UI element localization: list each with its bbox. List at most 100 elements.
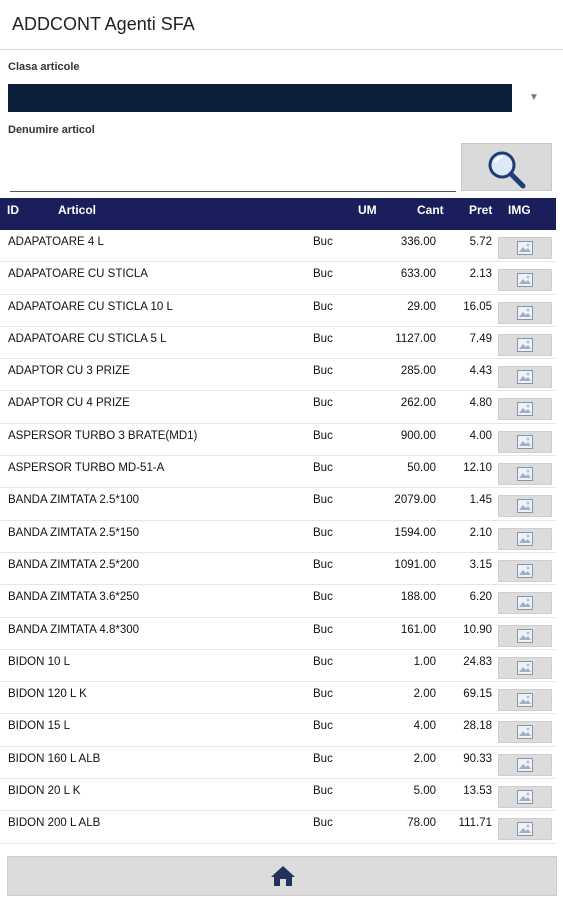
- article-image-button[interactable]: [498, 269, 552, 292]
- article-price: 24.83: [463, 655, 492, 668]
- article-um: Buc: [313, 429, 333, 442]
- article-price: 4.43: [469, 365, 492, 378]
- image-icon: [517, 337, 533, 352]
- article-image-button[interactable]: [498, 656, 552, 679]
- article-name: BIDON 200 L ALB: [8, 817, 101, 830]
- table-row[interactable]: BIDON 120 L K Buc 2.00 69.15: [0, 682, 556, 715]
- table-row[interactable]: ADAPATOARE 4 L Buc 336.00 5.72: [0, 230, 556, 263]
- image-icon: [517, 531, 533, 546]
- table-row[interactable]: BIDON 200 L ALB Buc 78.00 111.71: [0, 811, 556, 844]
- table-row[interactable]: BIDON 10 L Buc 1.00 24.83: [0, 650, 556, 683]
- article-price: 4.80: [469, 397, 492, 410]
- article-name: BIDON 15 L: [8, 720, 70, 733]
- article-um: Buc: [313, 623, 333, 636]
- article-quantity: 285.00: [400, 365, 436, 378]
- article-image-button[interactable]: [498, 366, 552, 389]
- table-row[interactable]: BIDON 20 L K Buc 5.00 13.53: [0, 779, 556, 812]
- article-image-button[interactable]: [498, 495, 552, 518]
- article-image-button[interactable]: [498, 398, 552, 421]
- article-price: 16.05: [463, 300, 492, 313]
- article-image-button[interactable]: [498, 624, 552, 647]
- article-image-button[interactable]: [498, 301, 552, 324]
- article-price: 6.20: [469, 591, 492, 604]
- article-image-button[interactable]: [498, 430, 552, 453]
- article-quantity: 188.00: [400, 591, 436, 604]
- article-name: ADAPTOR CU 4 PRIZE: [8, 397, 130, 410]
- article-price: 3.15: [469, 558, 492, 571]
- article-price: 69.15: [463, 688, 492, 701]
- article-um: Buc: [313, 268, 333, 281]
- article-image-button[interactable]: [498, 721, 552, 744]
- article-quantity: 2.00: [413, 688, 436, 701]
- article-image-button[interactable]: [498, 592, 552, 615]
- image-icon: [517, 305, 533, 320]
- article-name: BIDON 20 L K: [8, 785, 81, 798]
- article-quantity: 2.00: [413, 752, 436, 765]
- article-quantity: 2079.00: [394, 494, 436, 507]
- article-price: 7.49: [469, 332, 492, 345]
- article-image-button[interactable]: [498, 237, 552, 259]
- article-price: 28.18: [463, 720, 492, 733]
- image-icon: [517, 822, 533, 837]
- table-row[interactable]: ASPERSOR TURBO 3 BRATE(MD1) Buc 900.00 4.00: [0, 424, 556, 457]
- search-icon: [488, 151, 526, 189]
- table-row[interactable]: ADAPATOARE CU STICLA 10 L Buc 29.00 16.05: [0, 295, 556, 327]
- image-icon: [517, 241, 533, 255]
- article-um: Buc: [313, 300, 333, 313]
- table-row[interactable]: ADAPATOARE CU STICLA 5 L Buc 1127.00 7.49: [0, 327, 556, 360]
- header-id: ID: [7, 203, 19, 217]
- article-name: BIDON 120 L K: [8, 688, 87, 701]
- class-select[interactable]: [8, 84, 512, 112]
- table-row[interactable]: ADAPTOR CU 3 PRIZE Buc 285.00 4.43: [0, 359, 556, 392]
- class-label: Clasa articole: [8, 61, 80, 73]
- article-quantity: 900.00: [400, 429, 436, 442]
- app-bar: ADDCONT Agenti SFA: [0, 0, 563, 50]
- articles-list[interactable]: ADAPATOARE 4 L Buc 336.00 5.72 ADAPATOARE CU…: [0, 230, 556, 856]
- table-row[interactable]: BANDA ZIMTATA 3.6*250 Buc 188.00 6.20: [0, 585, 556, 618]
- article-um: Buc: [313, 688, 333, 701]
- search-button[interactable]: [461, 143, 552, 191]
- image-icon: [517, 790, 533, 805]
- home-icon: [271, 866, 295, 886]
- chevron-down-icon[interactable]: ▼: [529, 92, 539, 103]
- home-button[interactable]: [7, 856, 557, 896]
- article-um: Buc: [313, 655, 333, 668]
- table-row[interactable]: BANDA ZIMTATA 4.8*300 Buc 161.00 10.90: [0, 618, 556, 650]
- article-image-button[interactable]: [498, 463, 552, 486]
- article-image-button[interactable]: [498, 689, 552, 712]
- table-row[interactable]: ASPERSOR TURBO MD-51-A Buc 50.00 12.10: [0, 456, 556, 489]
- article-image-button[interactable]: [498, 333, 552, 356]
- article-quantity: 1127.00: [395, 332, 436, 345]
- image-icon: [517, 273, 533, 288]
- article-price: 4.00: [469, 429, 492, 442]
- article-name-input[interactable]: [10, 145, 456, 192]
- article-image-button[interactable]: [498, 753, 552, 776]
- table-row[interactable]: BIDON 160 L ALB Buc 2.00 90.33: [0, 747, 556, 780]
- image-icon: [517, 402, 533, 417]
- article-price: 12.10: [463, 462, 492, 475]
- article-quantity: 161.00: [400, 623, 436, 636]
- name-label: Denumire articol: [8, 124, 95, 136]
- article-um: Buc: [313, 526, 333, 539]
- article-image-button[interactable]: [498, 818, 552, 841]
- table-row[interactable]: BANDA ZIMTATA 2.5*200 Buc 1091.00 3.15: [0, 553, 556, 586]
- article-price: 10.90: [463, 623, 492, 636]
- table-row[interactable]: BANDA ZIMTATA 2.5*150 Buc 1594.00 2.10: [0, 521, 556, 553]
- table-row[interactable]: ADAPTOR CU 4 PRIZE Buc 262.00 4.80: [0, 391, 556, 424]
- article-name: ASPERSOR TURBO 3 BRATE(MD1): [8, 429, 198, 442]
- article-name: BIDON 160 L ALB: [8, 752, 101, 765]
- table-row[interactable]: BANDA ZIMTATA 2.5*100 Buc 2079.00 1.45: [0, 488, 556, 521]
- article-name: ADAPTOR CU 3 PRIZE: [8, 365, 130, 378]
- article-quantity: 336.00: [400, 236, 436, 248]
- article-image-button[interactable]: [498, 527, 552, 550]
- image-icon: [517, 660, 533, 675]
- article-name: ASPERSOR TURBO MD-51-A: [8, 462, 165, 475]
- article-image-button[interactable]: [498, 786, 552, 809]
- article-um: Buc: [313, 720, 333, 733]
- article-quantity: 633.00: [400, 268, 436, 281]
- table-row[interactable]: BIDON 15 L Buc 4.00 28.18: [0, 714, 556, 747]
- table-row[interactable]: ADAPATOARE CU STICLA Buc 633.00 2.13: [0, 262, 556, 295]
- article-image-button[interactable]: [498, 559, 552, 582]
- article-name: BIDON 10 L: [8, 655, 70, 668]
- article-um: Buc: [313, 817, 333, 830]
